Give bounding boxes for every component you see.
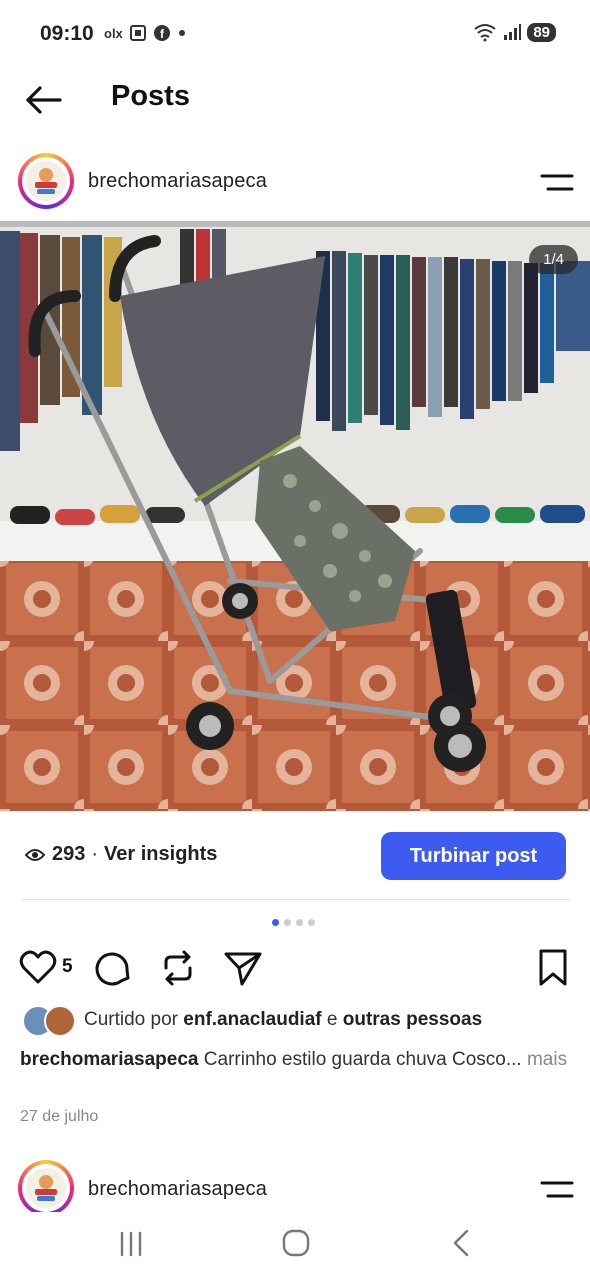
liker-avatars [22,1005,76,1037]
olx-icon: olx [104,25,123,41]
eye-icon [24,848,46,861]
bookmark-icon[interactable] [536,948,570,988]
carousel-dot-2 [284,919,291,926]
shop-logo-icon [26,1168,66,1208]
likes-count[interactable]: 5 [62,956,73,978]
caption-more-link[interactable]: mais [527,1049,567,1070]
carousel-dot-1 [272,919,279,926]
repost-icon[interactable] [158,948,198,988]
carousel-dot-3 [296,919,303,926]
next-post-avatar[interactable] [18,1160,74,1216]
facebook-icon: f [153,25,170,41]
carousel-dot-4 [308,919,315,926]
avatar-logo [22,157,70,205]
liker-avatar-2 [44,1005,76,1037]
post-caption[interactable]: brechomariasapeca Carrinho estilo guarda… [20,1045,570,1074]
post-image[interactable] [0,221,590,811]
views-separator: · [91,843,99,865]
signal-icon [504,24,522,40]
image-counter: 1/4 [529,245,578,274]
status-right-icons: 89 [473,22,556,42]
post-date: 27 de julho [20,1108,99,1125]
menu-icon[interactable] [540,1178,574,1202]
shop-logo-icon [26,161,66,201]
post-username[interactable]: brechomariasapeca [88,170,267,193]
wifi-icon [474,24,496,42]
liked-by-others[interactable]: outras pessoas [343,1009,482,1030]
page-title: Posts [111,80,190,112]
status-time: 09:10 [40,22,94,45]
caption-text: Carrinho estilo guarda chuva Cosco... [203,1049,522,1070]
status-app-icons: olx f [104,24,187,42]
avatar[interactable] [18,153,74,209]
views-count: 293 [52,843,86,865]
stroller-photo [0,221,590,811]
caption-username[interactable]: brechomariasapeca [20,1049,199,1070]
home-icon[interactable] [281,1228,311,1258]
liked-by-prefix: Curtido por [84,1009,178,1030]
heart-icon[interactable] [18,948,58,988]
liked-by-user[interactable]: enf.anaclaudiaf [183,1009,321,1030]
liked-by-and: e [326,1009,338,1030]
comment-icon[interactable] [93,948,133,988]
share-icon[interactable] [222,948,264,988]
battery-indicator: 89 [527,22,556,42]
insights-link[interactable]: Ver insights [104,843,217,866]
screenshot-icon [129,25,146,41]
notification-dot-icon [178,30,185,36]
liked-by-text: Curtido por enf.anaclaudiaf e outras pes… [84,1009,482,1031]
recent-apps-icon[interactable] [117,1230,145,1258]
status-bar: 09:10 olx f 89 [0,0,590,70]
carousel-indicator [272,919,315,926]
views-row[interactable]: 293 · Ver insights [24,843,217,866]
divider [22,899,570,900]
system-nav-bar [0,1212,590,1280]
back-nav-icon[interactable] [448,1228,476,1258]
next-post-username[interactable]: brechomariasapeca [88,1178,267,1201]
boost-post-button[interactable]: Turbinar post [381,832,566,880]
menu-icon[interactable] [540,171,574,195]
next-avatar-logo [22,1164,70,1212]
back-arrow-icon[interactable] [22,80,66,120]
liked-by-row[interactable]: Curtido por enf.anaclaudiaf e outras pes… [22,1005,482,1037]
